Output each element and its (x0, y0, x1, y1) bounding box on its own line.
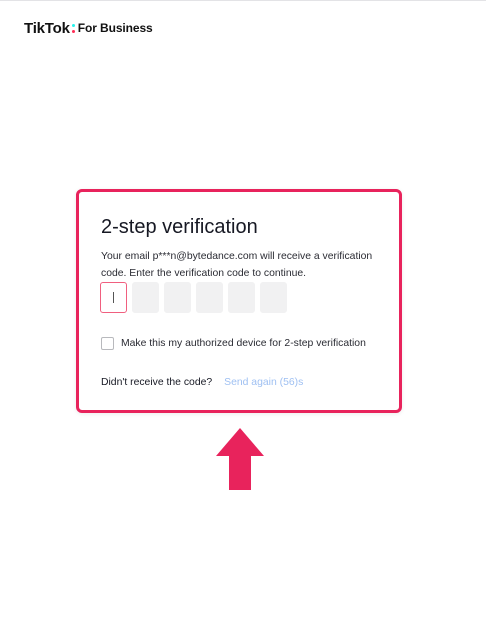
send-again-link[interactable]: Send again (56)s (224, 377, 303, 388)
resend-row: Didn't receive the code? Send again (56)… (101, 377, 303, 388)
brand-header[interactable]: TikTok For Business (24, 18, 153, 38)
code-digit-2[interactable] (132, 282, 159, 313)
verification-description: Your email p***n@bytedance.com will rece… (101, 251, 373, 279)
code-digit-6[interactable] (260, 282, 287, 313)
logo-colon-icon (71, 21, 75, 35)
authorize-device-label: Make this my authorized device for 2-ste… (121, 338, 366, 349)
code-input-group (100, 282, 287, 313)
authorize-device-checkbox[interactable] (101, 337, 114, 350)
resend-prompt: Didn't receive the code? (101, 377, 213, 388)
logo-for-business: For Business (77, 21, 153, 35)
text-cursor (113, 292, 114, 303)
top-border (0, 0, 486, 1)
code-digit-3[interactable] (164, 282, 191, 313)
authorize-device-option[interactable]: Make this my authorized device for 2-ste… (101, 337, 366, 350)
logo-tiktok: TikTok (24, 19, 70, 37)
code-digit-1[interactable] (100, 282, 127, 313)
up-arrow-icon (216, 428, 264, 490)
verification-card: 2-step verification Your email p***n@byt… (76, 189, 402, 413)
code-digit-5[interactable] (228, 282, 255, 313)
code-digit-4[interactable] (196, 282, 223, 313)
page-title: 2-step verification (101, 216, 258, 238)
